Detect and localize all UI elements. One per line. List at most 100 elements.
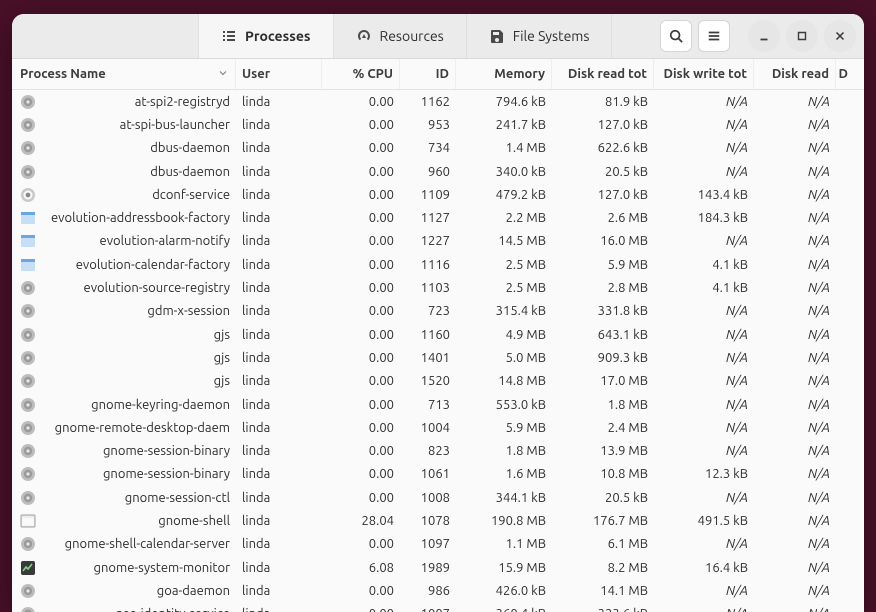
column-header-overflow[interactable]: D [836,59,854,89]
process-memory: 340.0 kB [456,165,552,179]
process-memory: 1.6 MB [456,467,552,481]
tab-processes[interactable]: Processes [198,14,334,58]
process-disk-read: N/A [754,537,836,551]
column-header-id[interactable]: ID [400,59,456,89]
process-disk-read-total: 8.2 MB [552,561,654,575]
process-table-body[interactable]: at-spi2-registrydlinda0.001162794.6 kB81… [12,90,864,612]
table-row[interactable]: evolution-calendar-factorylinda0.0011162… [12,253,864,276]
table-row[interactable]: evolution-alarm-notifylinda0.00122714.5 … [12,230,864,253]
process-memory: 5.9 MB [456,421,552,435]
table-row[interactable]: evolution-addressbook-factorylinda0.0011… [12,206,864,229]
process-user: linda [236,607,322,612]
process-name: evolution-source-registry [84,281,230,295]
process-memory: 1.1 MB [456,537,552,551]
process-user: linda [236,584,322,598]
process-disk-read: N/A [754,118,836,132]
process-name: gjs [214,328,230,342]
process-id: 1116 [400,258,456,272]
process-disk-read-total: 81.9 kB [552,95,654,109]
tab-filesystems[interactable]: File Systems [467,14,613,58]
process-name: gnome-session-binary [103,467,230,481]
process-disk-write-total: N/A [654,374,754,388]
table-row[interactable]: gnome-keyring-daemonlinda0.00713553.0 kB… [12,393,864,416]
process-disk-read: N/A [754,561,836,575]
table-row[interactable]: at-spi2-registrydlinda0.001162794.6 kB81… [12,90,864,113]
process-disk-read-total: 13.9 MB [552,444,654,458]
table-row[interactable]: dconf-servicelinda0.001109479.2 kB127.0 … [12,183,864,206]
table-row[interactable]: gnome-session-binarylinda0.0010611.6 MB1… [12,463,864,486]
column-header-user[interactable]: User [236,59,322,89]
table-row[interactable]: gnome-remote-desktop-daemlinda0.0010045.… [12,416,864,439]
process-user: linda [236,281,322,295]
process-id: 1004 [400,421,456,435]
terminal-icon [20,513,36,529]
maximize-icon [795,29,809,43]
table-row[interactable]: gjslinda0.0011604.9 MB643.1 kBN/AN/A [12,323,864,346]
column-header-disk-read[interactable]: Disk read [754,59,836,89]
process-disk-write-total: 4.1 kB [654,281,754,295]
table-row[interactable]: goa-identity-servicelinda0.001007360.4 k… [12,603,864,612]
process-disk-read: N/A [754,444,836,458]
table-row[interactable]: evolution-source-registrylinda0.0011032.… [12,276,864,299]
tab-filesystems-label: File Systems [513,28,590,44]
table-row[interactable]: gjslinda0.0014015.0 MB909.3 kBN/AN/A [12,346,864,369]
process-disk-read-total: 14.1 MB [552,584,654,598]
process-disk-write-total: N/A [654,328,754,342]
table-row[interactable]: gnome-shelllinda28.041078190.8 MB176.7 M… [12,509,864,532]
window-close-button[interactable] [824,20,856,52]
process-user: linda [236,537,322,551]
system-monitor-window: Processes Resources File Systems Process… [12,14,864,612]
column-header-memory[interactable]: Memory [456,59,552,89]
chart-icon [20,560,36,576]
process-disk-read: N/A [754,374,836,388]
process-disk-read-total: 6.1 MB [552,537,654,551]
process-cpu: 0.00 [322,328,400,342]
process-disk-read: N/A [754,328,836,342]
column-header-disk-write-total[interactable]: Disk write tot [654,59,754,89]
table-row[interactable]: gdm-x-sessionlinda0.00723315.4 kB331.8 k… [12,300,864,323]
table-row[interactable]: gnome-shell-calendar-serverlinda0.001097… [12,533,864,556]
process-memory: 344.1 kB [456,491,552,505]
process-cpu: 0.00 [322,421,400,435]
process-disk-read: N/A [754,491,836,505]
process-memory: 2.5 MB [456,281,552,295]
column-header-name[interactable]: Process Name [14,59,236,89]
process-cpu: 0.00 [322,118,400,132]
process-id: 1061 [400,467,456,481]
process-table-header: Process Name User % CPU ID Memory Disk r… [12,59,864,90]
window-maximize-button[interactable] [786,20,818,52]
process-user: linda [236,118,322,132]
process-disk-write-total: N/A [654,118,754,132]
process-disk-read-total: 622.6 kB [552,141,654,155]
table-row[interactable]: dbus-daemonlinda0.00960340.0 kB20.5 kBN/… [12,160,864,183]
process-name: gnome-system-monitor [94,561,230,575]
table-row[interactable]: gnome-session-ctllinda0.001008344.1 kB20… [12,486,864,509]
process-disk-read-total: 643.1 kB [552,328,654,342]
hamburger-menu-button[interactable] [698,20,730,52]
process-disk-write-total: 491.5 kB [654,514,754,528]
process-name: gnome-session-binary [103,444,230,458]
process-name: gnome-shell-calendar-server [65,537,230,551]
process-user: linda [236,95,322,109]
table-row[interactable]: gnome-system-monitorlinda6.08198915.9 MB… [12,556,864,579]
tab-resources[interactable]: Resources [334,14,467,58]
table-row[interactable]: at-spi-bus-launcherlinda0.00953241.7 kB1… [12,113,864,136]
gear-icon [20,397,36,413]
process-name: gnome-remote-desktop-daem [55,421,230,435]
process-disk-write-total: 184.3 kB [654,211,754,225]
process-cpu: 28.04 [322,514,400,528]
process-disk-read-total: 2.4 MB [552,421,654,435]
process-disk-write-total: N/A [654,398,754,412]
headerbar: Processes Resources File Systems [12,14,864,59]
table-row[interactable]: dbus-daemonlinda0.007341.4 MB622.6 kBN/A… [12,137,864,160]
process-disk-write-total: N/A [654,234,754,248]
process-user: linda [236,351,322,365]
table-row[interactable]: goa-daemonlinda0.00986426.0 kB14.1 MBN/A… [12,579,864,602]
column-header-cpu[interactable]: % CPU [322,59,400,89]
window-minimize-button[interactable] [748,20,780,52]
process-cpu: 0.00 [322,188,400,202]
table-row[interactable]: gjslinda0.00152014.8 MB17.0 MBN/AN/A [12,370,864,393]
table-row[interactable]: gnome-session-binarylinda0.008231.8 MB13… [12,439,864,462]
column-header-disk-read-total[interactable]: Disk read tot [552,59,654,89]
search-button[interactable] [660,20,692,52]
